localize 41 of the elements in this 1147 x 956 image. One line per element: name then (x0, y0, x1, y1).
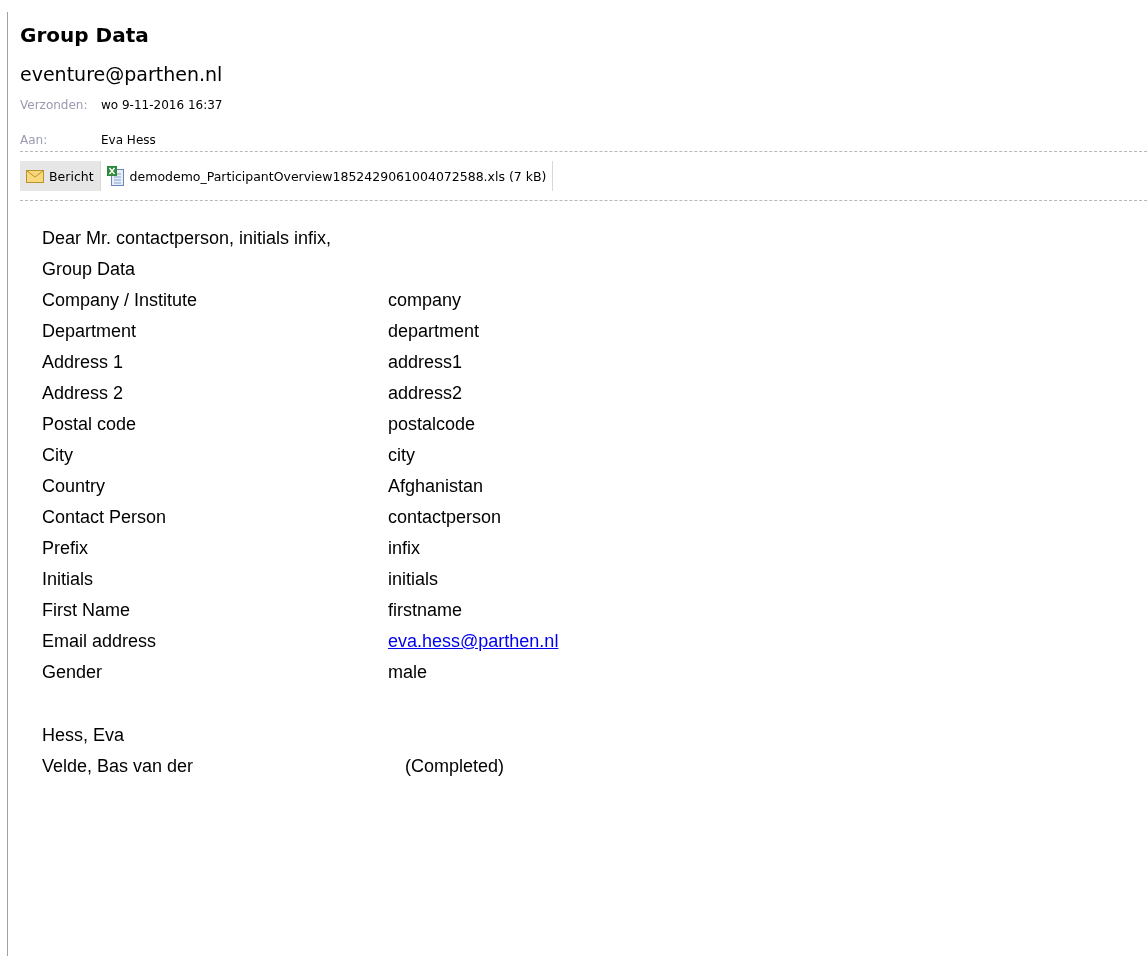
field-label: Initials (42, 568, 95, 591)
field-label: Contact Person (42, 506, 168, 529)
meta-label: Aan: (20, 132, 49, 149)
field-label: Postal code (42, 413, 138, 436)
sender-address: eventure@parthen.nl (20, 62, 224, 87)
field-label: Address 1 (42, 351, 125, 374)
field-label: City (42, 444, 74, 467)
section-title: Group Data (42, 258, 137, 281)
meta-label: Verzonden: (20, 97, 89, 114)
field-value: Afghanistan (388, 475, 484, 498)
field-value: address2 (388, 382, 463, 405)
field-value: address1 (388, 351, 463, 374)
field-value: city (388, 444, 415, 467)
field-label: Email address (42, 630, 158, 653)
field-value: infix (388, 537, 420, 560)
attachment-item[interactable]: demodemo_ParticipantOverview1852429061004072588.xls (7 kB) (100, 161, 554, 191)
field-value: postalcode (388, 413, 476, 436)
field-value: initials (388, 568, 439, 591)
email-link[interactable]: eva.hess@parthen.nl (388, 626, 559, 657)
field-value: company (388, 289, 462, 312)
meta-value: Eva Hess (101, 132, 156, 149)
field-label: Address 2 (42, 382, 125, 405)
field-value: contactperson (388, 506, 502, 529)
field-label: Company / Institute (42, 289, 199, 312)
field-value: department (388, 320, 480, 343)
field-label: First Name (42, 599, 131, 622)
field-value: male (388, 661, 427, 684)
email-subject: Group Data (20, 22, 150, 49)
spreadsheet-file-icon (106, 166, 125, 186)
field-label: Department (42, 320, 138, 343)
greeting-text: Dear Mr. contactperson, initials infix, (42, 227, 333, 250)
field-label: Country (42, 475, 107, 498)
field-value: firstname (388, 599, 463, 622)
envelope-icon (26, 169, 44, 183)
meta-value: wo 9-11-2016 16:37 (101, 97, 223, 114)
participant-name: Velde, Bas van der (42, 755, 195, 778)
message-tab[interactable]: Bericht (20, 161, 101, 191)
participant-name: Hess, Eva (42, 724, 126, 747)
field-label: Prefix (42, 537, 89, 560)
participant-status: (Completed) (405, 755, 505, 778)
field-label: Gender (42, 661, 104, 684)
